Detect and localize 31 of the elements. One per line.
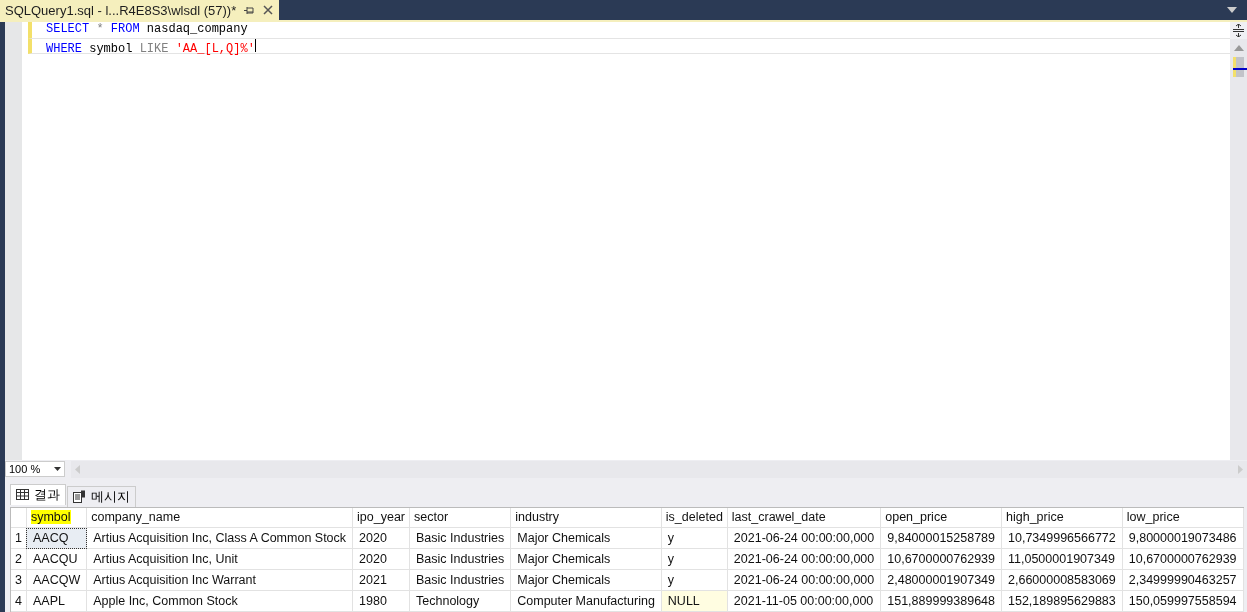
column-header[interactable]: open_price	[880, 507, 1002, 528]
caret-icon	[54, 467, 61, 471]
document-icon	[73, 490, 86, 503]
result-tab[interactable]: 결과	[10, 483, 66, 505]
column-header[interactable]: last_crawel_date	[727, 507, 881, 528]
code-line: WHERE symbol LIKE 'AA_[L,Q]%'	[28, 38, 1230, 54]
split-icon[interactable]	[1230, 22, 1247, 39]
column-header[interactable]: symbol	[26, 507, 87, 528]
column-header[interactable]: is_deleted	[661, 507, 728, 528]
table-cell: Apple Inc, Common Stock	[86, 590, 353, 612]
zoom-dropdown[interactable]: 100 %	[5, 461, 65, 477]
result-tab[interactable]: 메시지	[67, 485, 136, 507]
scroll-thumb[interactable]	[1233, 57, 1244, 77]
table-cell: Artius Acquisition Inc, Unit	[86, 548, 353, 570]
dropdown-icon[interactable]	[1227, 7, 1237, 13]
grid-icon	[16, 489, 29, 500]
column-header[interactable]: sector	[409, 507, 511, 528]
table-cell: Artius Acquisition Inc Warrant	[86, 569, 353, 591]
column-header[interactable]: ipo_year	[352, 507, 410, 528]
close-icon[interactable]	[263, 5, 274, 15]
table-cell: Artius Acquisition Inc, Class A Common Stock	[86, 527, 353, 549]
column-header[interactable]: high_price	[1001, 507, 1123, 528]
pin-icon[interactable]	[244, 5, 256, 15]
row-number: 3	[11, 569, 27, 591]
tab-title: SQLQuery1.sql - l...R4E8S3\wlsdl (57))*	[5, 2, 237, 18]
row-number: 4	[11, 590, 27, 612]
column-header[interactable]: company_name	[86, 507, 353, 528]
column-header[interactable]: industry	[510, 507, 662, 528]
document-tab[interactable]: SQLQuery1.sql - l...R4E8S3\wlsdl (57))*	[0, 0, 280, 20]
row-number: 2	[11, 548, 27, 570]
column-header[interactable]: low_price	[1122, 507, 1244, 528]
